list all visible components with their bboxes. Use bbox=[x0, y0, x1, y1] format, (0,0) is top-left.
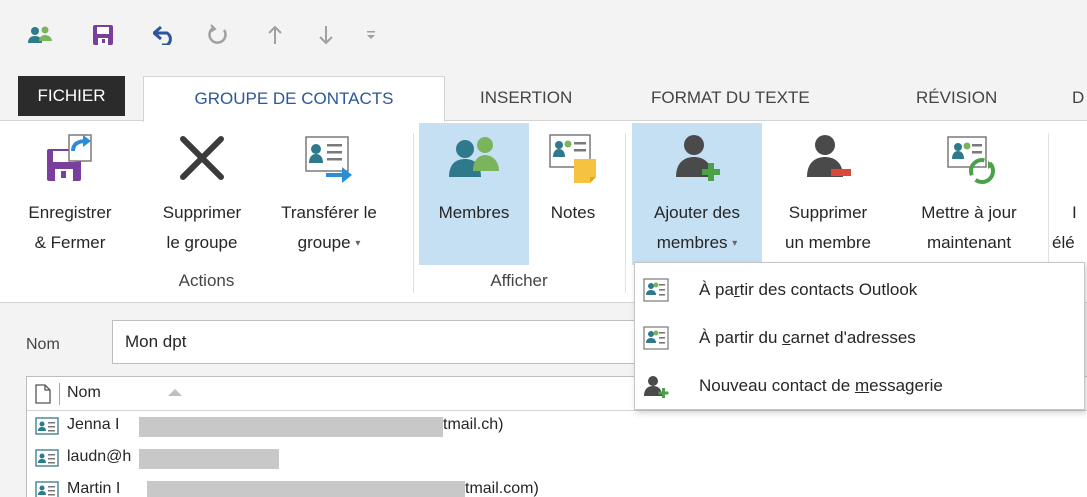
document-icon bbox=[35, 384, 51, 404]
redacted-text bbox=[139, 449, 279, 469]
next-partial-label-1: I bbox=[1072, 203, 1077, 222]
ribbon-tabs: FICHIER GROUPE DE CONTACTS INSERTION FOR… bbox=[0, 76, 1087, 122]
table-row[interactable]: Martin I tmail.com) bbox=[27, 477, 1087, 497]
save-close-button[interactable]: Enregistrer & Fermer bbox=[0, 123, 140, 265]
notes-icon bbox=[549, 134, 596, 183]
member-name-start: laudn@h bbox=[67, 448, 132, 465]
save-icon[interactable] bbox=[90, 22, 116, 48]
tab-format-du-texte[interactable]: FORMAT DU TEXTE bbox=[651, 76, 810, 120]
contact-card-icon bbox=[35, 481, 59, 497]
members-label: Membres bbox=[438, 203, 510, 222]
menu-accelerator: c bbox=[782, 328, 791, 347]
update-now-label-1: Mettre à jour bbox=[921, 203, 1017, 222]
member-name-end: tmail.ch) bbox=[443, 416, 504, 433]
add-members-button[interactable]: Ajouter des membres ▾ bbox=[632, 123, 762, 265]
members-icon bbox=[449, 137, 499, 177]
sort-ascending-icon[interactable] bbox=[167, 387, 183, 397]
group-name-input[interactable]: Mon dpt bbox=[112, 320, 672, 364]
menu-item-label: À partir des contacts Outlook bbox=[699, 280, 917, 300]
move-up-icon[interactable] bbox=[262, 22, 288, 48]
contact-group-icon[interactable] bbox=[27, 22, 53, 48]
redo-icon[interactable] bbox=[205, 22, 231, 48]
forward-card-icon bbox=[305, 136, 352, 183]
customize-icon[interactable] bbox=[358, 22, 384, 48]
menu-item-address-book[interactable]: À partir du carnet d'adresses bbox=[635, 315, 1084, 361]
add-members-dropdown: À partir des contacts Outlook À partir d… bbox=[634, 262, 1085, 410]
add-members-label-2: membres ▾ bbox=[632, 233, 762, 253]
forward-group-label-2: groupe ▾ bbox=[263, 233, 395, 253]
notes-view-button[interactable]: Notes bbox=[533, 123, 613, 265]
menu-text-post: arnet d'adresses bbox=[790, 328, 916, 347]
menu-item-new-email-contact[interactable]: Nouveau contact de messagerie bbox=[635, 363, 1084, 409]
notes-label: Notes bbox=[550, 203, 596, 222]
redacted-text bbox=[139, 417, 443, 437]
table-row[interactable]: laudn@h bbox=[27, 445, 1087, 473]
delete-group-label-2: le groupe bbox=[166, 233, 238, 252]
forward-group-label-text: groupe bbox=[297, 233, 351, 252]
remove-member-button[interactable]: Supprimer un membre bbox=[764, 123, 892, 265]
address-book-icon bbox=[643, 326, 669, 350]
add-person-icon bbox=[676, 135, 720, 181]
update-now-button[interactable]: Mettre à jour maintenant bbox=[894, 123, 1044, 265]
menu-item-label: À partir du carnet d'adresses bbox=[699, 328, 916, 348]
redacted-text bbox=[147, 481, 465, 497]
forward-group-button[interactable]: Transférer le groupe ▾ bbox=[263, 123, 395, 265]
group-separator bbox=[625, 133, 626, 293]
member-name-start: Martin I bbox=[67, 480, 121, 497]
add-members-label-text: membres bbox=[656, 233, 728, 252]
table-row[interactable]: Jenna I tmail.ch) bbox=[27, 413, 1087, 441]
chevron-down-icon: ▾ bbox=[355, 238, 361, 250]
delete-x-icon bbox=[180, 136, 224, 180]
menu-text-pre: À partir du bbox=[699, 328, 783, 347]
menu-text-post: tir des contacts Outlook bbox=[739, 280, 918, 299]
save-close-label-1: Enregistrer bbox=[28, 203, 112, 222]
group-label-actions: Actions bbox=[178, 271, 235, 290]
members-view-button[interactable]: Membres bbox=[419, 123, 529, 265]
menu-text-pre: À pa bbox=[699, 280, 734, 299]
tab-groupe-de-contacts[interactable]: GROUPE DE CONTACTS bbox=[143, 76, 445, 122]
delete-group-button[interactable]: Supprimer le groupe bbox=[143, 123, 261, 265]
group-label-afficher: Afficher bbox=[490, 271, 548, 290]
remove-member-label-1: Supprimer bbox=[788, 203, 868, 222]
add-members-label-1: Ajouter des bbox=[654, 203, 740, 222]
move-down-icon[interactable] bbox=[313, 22, 339, 48]
group-separator bbox=[413, 133, 414, 293]
update-now-label-2: maintenant bbox=[926, 233, 1012, 252]
member-name-start: Jenna I bbox=[67, 416, 120, 433]
save-close-icon bbox=[47, 134, 92, 181]
undo-icon[interactable] bbox=[152, 22, 178, 48]
delete-group-label-1: Supprimer bbox=[162, 203, 242, 222]
tab-insertion[interactable]: INSERTION bbox=[480, 76, 572, 120]
remove-member-label-2: un membre bbox=[785, 233, 871, 252]
menu-text-pre: Nouveau contact de bbox=[699, 376, 855, 395]
quick-access-toolbar bbox=[0, 0, 1087, 76]
tab-partial[interactable]: D bbox=[1072, 76, 1084, 120]
address-book-icon bbox=[643, 278, 669, 302]
next-partial-label-2: élé bbox=[1052, 233, 1075, 252]
contact-card-icon bbox=[35, 417, 59, 435]
contact-card-icon bbox=[35, 449, 59, 467]
menu-text-post: essagerie bbox=[869, 376, 943, 395]
chevron-down-icon: ▾ bbox=[732, 238, 738, 250]
menu-accelerator: m bbox=[854, 376, 870, 395]
refresh-contacts-icon bbox=[947, 136, 995, 184]
add-contact-icon bbox=[644, 376, 669, 398]
tab-revision[interactable]: RÉVISION bbox=[916, 76, 997, 120]
column-separator bbox=[59, 383, 60, 405]
save-close-label-2: & Fermer bbox=[34, 233, 106, 252]
name-label: Nom bbox=[26, 336, 60, 353]
remove-person-icon bbox=[807, 135, 851, 177]
menu-item-outlook-contacts[interactable]: À partir des contacts Outlook bbox=[635, 267, 1084, 313]
column-header-nom[interactable]: Nom bbox=[67, 384, 101, 402]
next-partial-button[interactable]: I élé bbox=[1052, 123, 1087, 265]
tab-fichier[interactable]: FICHIER bbox=[18, 76, 125, 116]
forward-group-label-1: Transférer le bbox=[281, 203, 377, 222]
member-name-end: tmail.com) bbox=[465, 480, 539, 497]
menu-item-label: Nouveau contact de messagerie bbox=[699, 376, 943, 396]
